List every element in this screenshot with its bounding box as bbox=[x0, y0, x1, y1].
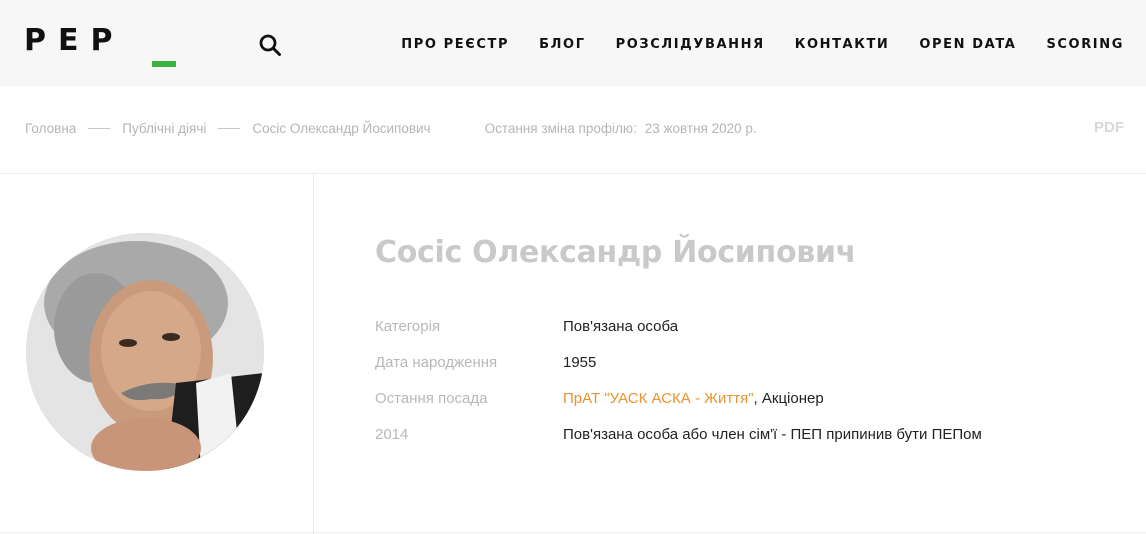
breadcrumb-home[interactable]: Головна bbox=[25, 121, 76, 136]
profile-photo-column bbox=[0, 174, 314, 534]
search-icon bbox=[259, 34, 281, 56]
avatar bbox=[26, 233, 264, 471]
info-label: Дата народження bbox=[375, 354, 498, 371]
info-value: 1955 bbox=[563, 354, 597, 371]
info-row-2014: 2014 Пов'язана особа або член сім'ї - ПЕ… bbox=[375, 426, 982, 462]
info-row-birth-date: Дата народження 1955 bbox=[375, 354, 982, 390]
breadcrumb-public-figures[interactable]: Публічні діячі bbox=[122, 121, 206, 136]
last-change-label: Остання зміна профілю: bbox=[484, 121, 637, 136]
nav-scoring[interactable]: SCORING bbox=[1046, 37, 1124, 52]
site-header: PEP ПРО РЕЄСТР БЛОГ РОЗСЛІДУВАННЯ КОНТАК… bbox=[0, 0, 1146, 86]
last-change: Остання зміна профілю: 23 жовтня 2020 р. bbox=[485, 121, 757, 136]
position-title: , Акціонер bbox=[753, 390, 824, 407]
info-value: Пов'язана особа bbox=[563, 318, 679, 335]
breadcrumb-bar: Головна Публічні діячі Сосіс Олександр Й… bbox=[0, 86, 1146, 174]
person-name: Сосіс Олександр Йосипович bbox=[375, 235, 856, 270]
info-value: ПрАТ "УАСК АСКА - Життя", Акціонер bbox=[563, 390, 824, 407]
main-nav: ПРО РЕЄСТР БЛОГ РОЗСЛІДУВАННЯ КОНТАКТИ O… bbox=[371, 37, 1124, 52]
logo-text: PEP bbox=[24, 23, 125, 58]
breadcrumb-separator bbox=[88, 128, 111, 129]
pdf-download-button[interactable]: PDF bbox=[1094, 119, 1124, 136]
profile-info-table: Категорія Пов'язана особа Дата народженн… bbox=[375, 318, 982, 462]
nav-investigations[interactable]: РОЗСЛІДУВАННЯ bbox=[616, 37, 765, 52]
nav-about-registry[interactable]: ПРО РЕЄСТР bbox=[401, 37, 509, 52]
logo-underscore bbox=[152, 61, 176, 67]
company-link[interactable]: ПрАТ "УАСК АСКА - Життя" bbox=[563, 390, 754, 407]
breadcrumb-separator bbox=[218, 128, 241, 129]
info-value: Пов'язана особа або член сім'ї - ПЕП при… bbox=[563, 426, 982, 443]
nav-contacts[interactable]: КОНТАКТИ bbox=[795, 37, 890, 52]
site-logo[interactable]: PEP bbox=[24, 23, 176, 70]
divider bbox=[0, 532, 1146, 533]
person-photo bbox=[26, 233, 264, 471]
nav-open-data[interactable]: OPEN DATA bbox=[919, 37, 1016, 52]
info-label: Категорія bbox=[375, 318, 441, 335]
last-change-value: 23 жовтня 2020 р. bbox=[644, 121, 757, 136]
breadcrumb-current: Сосіс Олександр Йосипович bbox=[252, 121, 431, 136]
info-label: Остання посада bbox=[375, 390, 488, 407]
info-row-category: Категорія Пов'язана особа bbox=[375, 318, 982, 354]
info-row-last-position: Остання посада ПрАТ "УАСК АСКА - Життя",… bbox=[375, 390, 982, 426]
search-button[interactable] bbox=[258, 33, 282, 57]
nav-blog[interactable]: БЛОГ bbox=[539, 37, 585, 52]
info-label: 2014 bbox=[375, 426, 409, 443]
breadcrumb: Головна Публічні діячі Сосіс Олександр Й… bbox=[25, 121, 757, 136]
